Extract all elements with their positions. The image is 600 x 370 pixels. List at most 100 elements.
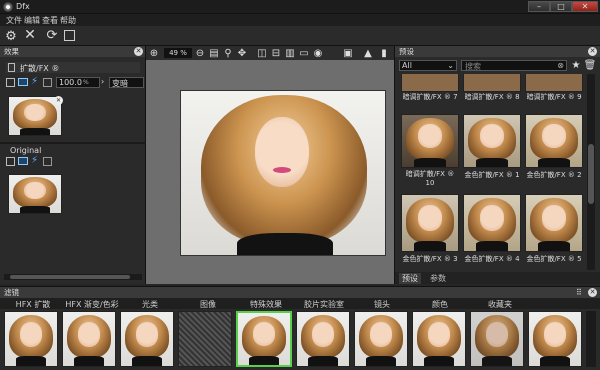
preset-item[interactable]: [401, 114, 459, 168]
preset-item[interactable]: [401, 74, 459, 92]
preset-label: 金色扩散/FX ® 4: [464, 255, 520, 263]
photo-face: [255, 117, 309, 187]
original-edit-icon[interactable]: [6, 157, 15, 166]
compare-icon[interactable]: ▥: [284, 47, 296, 59]
zoom-level[interactable]: 49 %: [164, 48, 192, 58]
filter-category[interactable]: HFX 渐变/色彩: [64, 299, 120, 310]
photo-shirt: [237, 233, 333, 255]
effect-row[interactable]: 扩散/FX ®: [6, 62, 140, 73]
filter-category[interactable]: 镜头: [356, 299, 408, 310]
original-lightning-icon[interactable]: ⚡: [31, 155, 38, 166]
tab-presets[interactable]: 预设: [399, 273, 421, 284]
remove-effect-icon[interactable]: ✕: [54, 96, 63, 105]
opacity-unit: %: [83, 79, 89, 86]
cancel-x-icon[interactable]: ✕: [24, 27, 36, 43]
mask-icon[interactable]: [43, 78, 52, 87]
trash-icon[interactable]: 🗑: [584, 59, 597, 71]
effect-doc-icon: [8, 63, 15, 72]
refresh-icon[interactable]: ⟳: [46, 28, 58, 43]
preset-item[interactable]: [525, 114, 583, 168]
lightning-icon[interactable]: ⚡: [31, 76, 38, 87]
menu-help[interactable]: 帮助: [60, 15, 76, 26]
filter-thumb[interactable]: [528, 311, 582, 367]
filter-thumb[interactable]: [354, 311, 408, 367]
fit-icon[interactable]: ▤: [208, 47, 220, 59]
divider: [0, 142, 146, 144]
split-vertical-icon[interactable]: ◫: [256, 47, 268, 59]
menu-edit[interactable]: 编辑: [24, 15, 40, 26]
effects-panel: 效果 ✕ 扩散/FX ® ⚡ 100.0% › 变暗 ✕ Original ⚡: [0, 46, 146, 284]
histogram-icon[interactable]: ▮: [378, 47, 390, 59]
filter-thumb-texture[interactable]: [178, 311, 232, 367]
fit-frame-icon[interactable]: [64, 30, 75, 41]
minimize-button[interactable]: –: [528, 1, 550, 12]
filter-category[interactable]: 特殊效果: [238, 299, 294, 310]
gear-icon[interactable]: ⚙: [5, 29, 17, 44]
original-thumbnail[interactable]: [8, 174, 62, 214]
split-horizontal-icon[interactable]: ⊟: [270, 47, 282, 59]
preset-item[interactable]: [463, 194, 521, 252]
opacity-input[interactable]: 100.0%: [56, 77, 100, 88]
filter-thumb[interactable]: [296, 311, 350, 367]
frame-icon[interactable]: ▭: [298, 47, 310, 59]
filter-thumb[interactable]: [120, 311, 174, 367]
preset-filter-select[interactable]: All ⌄: [399, 60, 457, 71]
filters-panel-title: 滤镜: [4, 288, 19, 297]
filters-panel-header: 滤镜: [0, 287, 600, 298]
original-mask-icon[interactable]: [43, 157, 52, 166]
preset-item[interactable]: [401, 194, 459, 252]
filter-thumb[interactable]: [470, 311, 524, 367]
maximize-button[interactable]: □: [550, 1, 572, 12]
pan-icon[interactable]: ✥: [236, 47, 248, 59]
filter-thumb-selected[interactable]: [236, 311, 292, 367]
tab-parameters[interactable]: 参数: [427, 273, 449, 284]
scrollbar-thumb[interactable]: [10, 275, 130, 279]
filter-category[interactable]: 光类: [124, 299, 176, 310]
viewer-area: ⊕ 49 % ⊖ ▤ ⚲ ✥ ◫ ⊟ ▥ ▭ ◉ ▣ ▲ ▮: [146, 46, 394, 284]
preset-item[interactable]: [525, 194, 583, 252]
search-clear-icon[interactable]: ⊗: [557, 61, 564, 70]
camera-icon[interactable]: ◉: [312, 47, 324, 59]
opacity-stepper-icon[interactable]: ›: [101, 77, 104, 86]
presets-close-icon[interactable]: ✕: [588, 47, 597, 56]
blend-mode-select[interactable]: 变暗: [109, 77, 144, 88]
main-toolbar: ⚙ ✕ ⟳: [0, 26, 600, 46]
filter-thumb[interactable]: [62, 311, 116, 367]
magnifier-icon[interactable]: ⚲: [222, 47, 234, 59]
filter-thumb[interactable]: [4, 311, 58, 367]
fullscreen-icon[interactable]: ▣: [342, 47, 354, 59]
chevron-down-icon: ⌄: [447, 61, 454, 70]
filter-category[interactable]: HFX 扩散: [10, 299, 56, 310]
grid-view-icon[interactable]: ⠿: [576, 288, 582, 297]
preset-tabs: 预设 参数: [395, 272, 600, 284]
filters-scrollbar[interactable]: [586, 311, 596, 367]
preset-item[interactable]: [525, 74, 583, 92]
filter-category[interactable]: 胶片实验室: [296, 299, 352, 310]
preset-label: 暗调扩散/FX ® 8: [464, 93, 520, 101]
preset-item[interactable]: [463, 74, 521, 92]
favorite-star-icon[interactable]: ★: [570, 59, 582, 71]
menu-file[interactable]: 文件: [6, 15, 22, 26]
filter-category[interactable]: 图像: [182, 299, 234, 310]
original-controls: ⚡: [6, 155, 66, 168]
effects-panel-close-icon[interactable]: ✕: [134, 47, 143, 56]
menu-view[interactable]: 查看: [42, 15, 58, 26]
edit-icon[interactable]: [6, 78, 15, 87]
filter-category[interactable]: 颜色: [414, 299, 466, 310]
filter-category-bar: HFX 扩散 HFX 渐变/色彩 光类 图像 特殊效果 胶片实验室 镜头 颜色 …: [0, 298, 600, 309]
filter-category[interactable]: 收藏夹: [472, 299, 528, 310]
zoom-out-icon[interactable]: ⊖: [194, 47, 206, 59]
landscape-icon[interactable]: ▲: [362, 47, 374, 59]
horizontal-scrollbar[interactable]: [4, 274, 142, 280]
zoom-in-icon[interactable]: ⊕: [148, 47, 160, 59]
filter-thumb[interactable]: [412, 311, 466, 367]
preset-label: 金色扩散/FX ® 5: [526, 255, 582, 263]
filters-close-icon[interactable]: ✕: [588, 288, 597, 297]
preset-item[interactable]: [463, 114, 521, 168]
close-button[interactable]: ✕: [572, 1, 598, 12]
original-monitor-icon[interactable]: [18, 157, 28, 165]
preset-vertical-scrollbar[interactable]: [587, 74, 595, 270]
preset-search-input[interactable]: 搜索 ⊗: [461, 60, 567, 71]
monitor-icon[interactable]: [18, 78, 28, 86]
preset-scrollbar-thumb[interactable]: [588, 144, 594, 204]
